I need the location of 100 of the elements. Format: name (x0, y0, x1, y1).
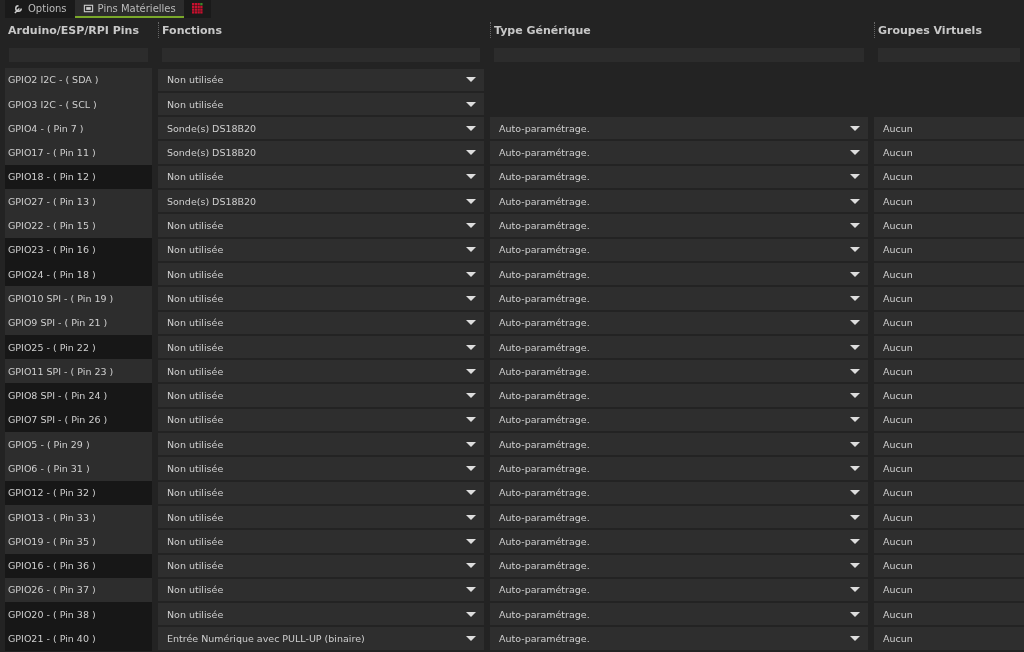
dropdown[interactable]: Aucun (874, 214, 1024, 237)
column-header[interactable]: Type Générique (490, 22, 868, 38)
dropdown[interactable]: Non utilisée (158, 311, 484, 334)
dropdown[interactable]: Auto-paramétrage. (490, 141, 868, 164)
caret-icon (850, 198, 860, 204)
dropdown[interactable]: Auto-paramétrage. (490, 238, 868, 261)
tab[interactable]: Options (5, 0, 75, 18)
caret-icon (466, 636, 476, 642)
dropdown[interactable]: Auto-paramétrage. (490, 262, 868, 286)
dropdown[interactable]: Non utilisée (158, 578, 484, 602)
dropdown[interactable]: Auto-paramétrage. (490, 627, 868, 650)
caret-icon (850, 538, 860, 544)
table-cell: GPIO21 - ( Pin 40 ) (5, 626, 152, 651)
dropdown[interactable]: Aucun (874, 262, 1024, 286)
dropdown[interactable]: Non utilisée (158, 360, 484, 383)
caret-icon (850, 611, 860, 617)
wrench-icon (13, 2, 24, 14)
dropdown[interactable]: Auto-paramétrage. (490, 554, 868, 577)
caret-icon (466, 125, 476, 131)
grid-tab[interactable] (183, 0, 211, 18)
caret-icon (850, 368, 860, 374)
dropdown[interactable]: Non utilisée (158, 262, 484, 286)
dropdown[interactable]: Aucun (874, 287, 1024, 310)
dropdown[interactable]: Aucun (874, 408, 1024, 432)
dropdown[interactable]: Aucun (874, 384, 1024, 407)
dropdown[interactable]: Entrée Numérique avec PULL-UP (binaire) (158, 627, 484, 650)
table-cell: GPIO2 I2C - ( SDA ) (5, 67, 152, 92)
dropdown[interactable]: Aucun (874, 360, 1024, 383)
dropdown[interactable]: Aucun (874, 335, 1024, 359)
dropdown[interactable]: Auto-paramétrage. (490, 165, 868, 189)
dropdown[interactable]: Aucun (874, 603, 1024, 626)
caret-icon (466, 393, 476, 399)
dropdown[interactable]: Non utilisée (158, 505, 484, 529)
caret-icon (850, 223, 860, 228)
dropdown[interactable]: Auto-paramétrage. (490, 335, 868, 359)
caret-icon (850, 636, 860, 642)
dropdown[interactable]: Aucun (874, 311, 1024, 334)
caret-icon (850, 563, 860, 569)
column-header[interactable]: Arduino/ESP/RPI Pins (5, 22, 152, 38)
column-header[interactable]: Groupes Virtuels (874, 22, 1024, 38)
dropdown[interactable]: Auto-paramétrage. (490, 505, 868, 529)
caret-icon (466, 368, 476, 374)
dropdown[interactable]: Non utilisée (158, 287, 484, 310)
dropdown[interactable]: Non utilisée (158, 554, 484, 577)
dropdown[interactable]: Auto-paramétrage. (490, 384, 868, 407)
tab[interactable]: Pins Matérielles (74, 0, 184, 18)
dropdown[interactable]: Auto-paramétrage. (490, 190, 868, 213)
dropdown[interactable]: Non utilisée (158, 603, 484, 626)
dropdown[interactable]: Auto-paramétrage. (490, 603, 868, 626)
dropdown[interactable]: Aucun (874, 165, 1024, 189)
caret-icon (466, 514, 476, 520)
dropdown[interactable]: Non utilisée (158, 384, 484, 407)
dropdown[interactable]: Non utilisée (158, 335, 484, 359)
caret-icon (850, 393, 860, 399)
dropdown[interactable]: Auto-paramétrage. (490, 433, 868, 456)
caret-icon (850, 150, 860, 156)
dropdown[interactable]: Non utilisée (158, 68, 484, 91)
table-cell: GPIO13 - ( Pin 33 ) (5, 504, 152, 530)
dropdown[interactable]: Non utilisée (158, 238, 484, 261)
dropdown[interactable]: Aucun (874, 190, 1024, 213)
dropdown[interactable]: Auto-paramétrage. (490, 408, 868, 432)
caret-icon (466, 271, 476, 277)
dropdown[interactable]: Aucun (874, 627, 1024, 650)
dropdown[interactable]: Non utilisée (158, 165, 484, 189)
dropdown[interactable]: Aucun (874, 433, 1024, 456)
dropdown[interactable]: Non utilisée (158, 481, 484, 504)
dropdown[interactable]: Sonde(s) DS18B20 (158, 141, 484, 164)
dropdown[interactable]: Non utilisée (158, 214, 484, 237)
dropdown[interactable]: Aucun (874, 578, 1024, 602)
table-cell: GPIO9 SPI - ( Pin 21 ) (5, 310, 152, 335)
caret-icon (850, 174, 860, 180)
dropdown[interactable]: Non utilisée (158, 457, 484, 480)
table-cell: GPIO23 - ( Pin 16 ) (5, 237, 152, 262)
table-cell: GPIO24 - ( Pin 18 ) (5, 261, 152, 287)
dropdown[interactable]: Aucun (874, 505, 1024, 529)
dropdown[interactable]: Aucun (874, 554, 1024, 577)
dropdown[interactable]: Sonde(s) DS18B20 (158, 117, 484, 140)
dropdown[interactable]: Auto-paramétrage. (490, 530, 868, 553)
dropdown[interactable]: Auto-paramétrage. (490, 214, 868, 237)
dropdown[interactable]: Non utilisée (158, 433, 484, 456)
dropdown[interactable]: Non utilisée (158, 530, 484, 553)
dropdown[interactable]: Non utilisée (158, 408, 484, 432)
dropdown[interactable]: Aucun (874, 141, 1024, 164)
dropdown[interactable]: Auto-paramétrage. (490, 481, 868, 504)
dropdown[interactable]: Aucun (874, 457, 1024, 480)
caret-icon (850, 417, 860, 423)
column-header[interactable]: Fonctions (158, 22, 484, 38)
dropdown[interactable]: Aucun (874, 238, 1024, 261)
dropdown[interactable]: Non utilisée (158, 92, 484, 116)
dropdown[interactable]: Sonde(s) DS18B20 (158, 190, 484, 213)
dropdown[interactable]: Auto-paramétrage. (490, 117, 868, 140)
dropdown[interactable]: Aucun (874, 117, 1024, 140)
dropdown[interactable]: Aucun (874, 481, 1024, 504)
dropdown[interactable]: Auto-paramétrage. (490, 578, 868, 602)
dropdown[interactable]: Auto-paramétrage. (490, 287, 868, 310)
dropdown[interactable]: Auto-paramétrage. (490, 457, 868, 480)
dropdown[interactable]: Auto-paramétrage. (490, 311, 868, 334)
dropdown[interactable]: Auto-paramétrage. (490, 360, 868, 383)
dropdown[interactable]: Aucun (874, 530, 1024, 553)
caret-icon (850, 441, 860, 447)
